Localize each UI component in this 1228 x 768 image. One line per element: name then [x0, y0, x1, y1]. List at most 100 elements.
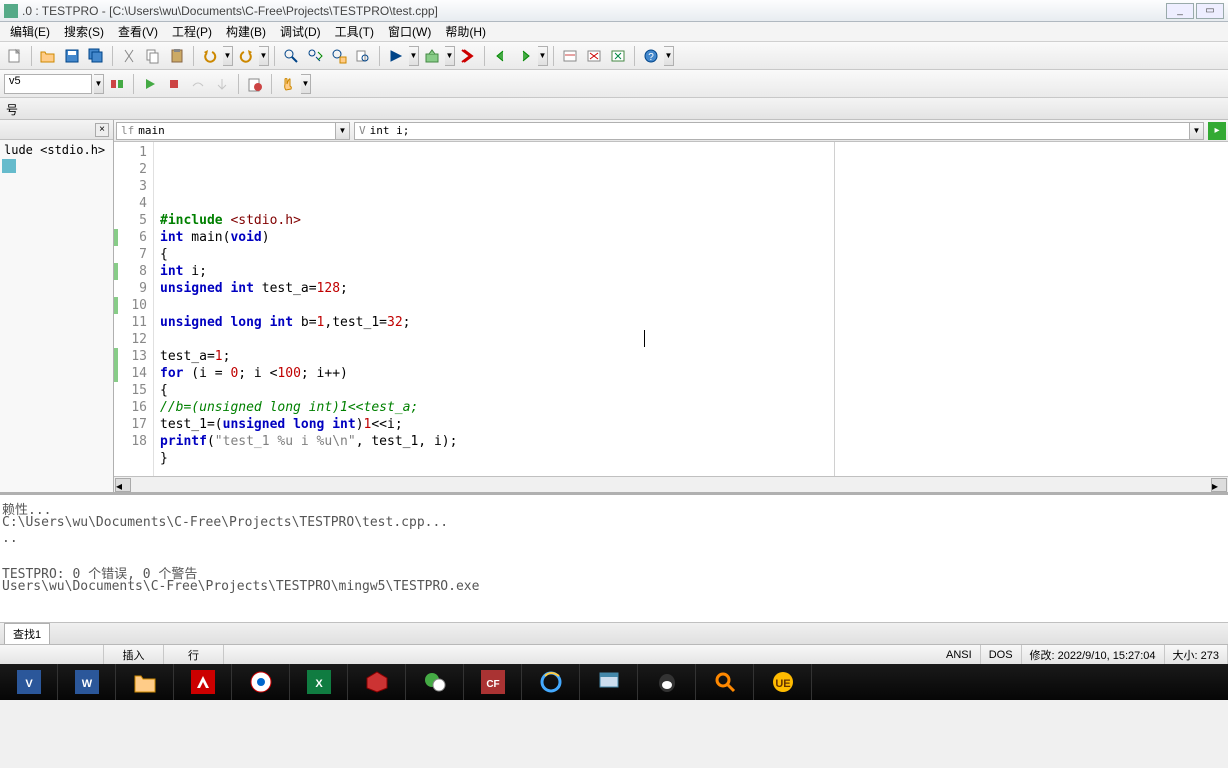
task-browser-icon[interactable] — [232, 664, 290, 700]
svg-text:UE: UE — [775, 678, 790, 690]
step-into-icon[interactable] — [211, 73, 233, 95]
hand-dropdown[interactable]: ▼ — [301, 74, 311, 94]
task-word-icon[interactable]: W — [58, 664, 116, 700]
task-cfree-icon[interactable]: CF — [464, 664, 522, 700]
task-qq-icon[interactable] — [638, 664, 696, 700]
build-icon[interactable] — [421, 45, 443, 67]
undo-dropdown[interactable]: ▼ — [223, 46, 233, 66]
menu-item[interactable]: 搜索(S) — [58, 21, 110, 42]
save-icon[interactable] — [61, 45, 83, 67]
menu-item[interactable]: 查看(V) — [112, 21, 164, 42]
sub-header: 号 — [0, 98, 1228, 120]
task-search-icon[interactable] — [696, 664, 754, 700]
paste-icon[interactable] — [166, 45, 188, 67]
menu-item[interactable]: 帮助(H) — [439, 21, 492, 42]
scope-dropdown[interactable]: ▼ — [336, 122, 350, 140]
hand-icon[interactable] — [277, 73, 299, 95]
code-line[interactable]: { — [160, 246, 1222, 263]
compile-icon[interactable] — [385, 45, 407, 67]
rebuild-icon[interactable] — [457, 45, 479, 67]
prev-icon[interactable] — [490, 45, 512, 67]
undo-icon[interactable] — [199, 45, 221, 67]
code-line[interactable]: test_1=(unsigned long int)1<<i; — [160, 416, 1222, 433]
stop-icon[interactable] — [163, 73, 185, 95]
task-excel-icon[interactable]: X — [290, 664, 348, 700]
next-dropdown[interactable]: ▼ — [538, 46, 548, 66]
go-button[interactable]: ▸ — [1208, 122, 1226, 140]
code-line[interactable]: int main(void) — [160, 229, 1222, 246]
window-controls: _ ▭ — [1166, 3, 1224, 19]
code-line[interactable]: printf("test_1 %u i %u\n", test_1, i); — [160, 433, 1222, 450]
code-line[interactable]: test_a=1; — [160, 348, 1222, 365]
menu-item[interactable]: 窗口(W) — [382, 21, 437, 42]
task-adobe-icon[interactable] — [174, 664, 232, 700]
compile-dropdown[interactable]: ▼ — [409, 46, 419, 66]
replace-icon[interactable] — [328, 45, 350, 67]
find-icon[interactable] — [280, 45, 302, 67]
side-tree[interactable]: lude <stdio.h> — [0, 140, 113, 175]
compiler-select[interactable]: v5 — [4, 74, 92, 94]
scroll-left-button[interactable]: ◂ — [115, 478, 131, 492]
step-over-icon[interactable] — [187, 73, 209, 95]
task-wechat-icon[interactable] — [406, 664, 464, 700]
member-combo[interactable]: V int i; — [354, 122, 1190, 140]
code-content[interactable]: #include <stdio.h>int main(void){int i;u… — [154, 142, 1228, 476]
task-window-icon[interactable] — [580, 664, 638, 700]
maximize-button[interactable]: ▭ — [1196, 3, 1224, 19]
side-close-button[interactable]: × — [95, 123, 109, 137]
tree-item-selected[interactable] — [2, 159, 16, 173]
code-line[interactable]: unsigned int test_a=128; — [160, 280, 1222, 297]
properties-icon[interactable] — [559, 45, 581, 67]
find-next-icon[interactable] — [304, 45, 326, 67]
copy-icon[interactable] — [142, 45, 164, 67]
new-file-icon[interactable] — [4, 45, 26, 67]
code-editor[interactable]: 123456789101112131415161718 #include <st… — [114, 142, 1228, 476]
output-panel[interactable]: 赖性...C:\Users\wu\Documents\C-Free\Projec… — [0, 492, 1228, 622]
status-empty1 — [0, 645, 104, 664]
open-folder-icon[interactable] — [37, 45, 59, 67]
minimize-button[interactable]: _ — [1166, 3, 1194, 19]
help-icon[interactable]: ? — [640, 45, 662, 67]
code-line[interactable]: } — [160, 450, 1222, 467]
task-box-icon[interactable] — [348, 664, 406, 700]
task-ultraedit-icon[interactable]: UE — [754, 664, 812, 700]
cut-icon[interactable] — [118, 45, 140, 67]
code-line[interactable]: //b=(unsigned long int)1<<test_a; — [160, 399, 1222, 416]
scroll-right-button[interactable]: ▸ — [1211, 478, 1227, 492]
delete-icon[interactable] — [583, 45, 605, 67]
tree-item-stdio[interactable]: lude <stdio.h> — [2, 142, 111, 158]
code-line[interactable]: unsigned long int b=1,test_1=32; — [160, 314, 1222, 331]
next-icon[interactable] — [514, 45, 536, 67]
menu-item[interactable]: 构建(B) — [220, 21, 272, 42]
bottom-tab[interactable]: 查找1 — [4, 623, 50, 644]
compiler-dropdown[interactable]: ▼ — [94, 74, 104, 94]
breakpoint-icon[interactable] — [244, 73, 266, 95]
build-dropdown[interactable]: ▼ — [445, 46, 455, 66]
excel-icon[interactable] — [607, 45, 629, 67]
member-dropdown[interactable]: ▼ — [1190, 122, 1204, 140]
menu-item[interactable]: 工程(P) — [166, 21, 218, 42]
code-line[interactable] — [160, 467, 1222, 476]
code-line[interactable] — [160, 331, 1222, 348]
code-line[interactable]: for (i = 0; i <100; i++) — [160, 365, 1222, 382]
task-explorer-icon[interactable] — [116, 664, 174, 700]
menu-item[interactable]: 调试(D) — [274, 21, 327, 42]
code-line[interactable] — [160, 297, 1222, 314]
scope-combo[interactable]: lf main — [116, 122, 336, 140]
right-margin-line — [834, 142, 835, 476]
find-files-icon[interactable] — [352, 45, 374, 67]
menu-item[interactable]: 编辑(E) — [4, 21, 56, 42]
run-icon[interactable] — [139, 73, 161, 95]
redo-dropdown[interactable]: ▼ — [259, 46, 269, 66]
code-line[interactable]: int i; — [160, 263, 1222, 280]
task-visio-icon[interactable]: V — [0, 664, 58, 700]
horizontal-scrollbar[interactable]: ◂ ▸ — [114, 476, 1228, 492]
task-ie-icon[interactable] — [522, 664, 580, 700]
code-line[interactable]: { — [160, 382, 1222, 399]
code-line[interactable]: #include <stdio.h> — [160, 212, 1222, 229]
redo-icon[interactable] — [235, 45, 257, 67]
debug-config-icon[interactable] — [106, 73, 128, 95]
menu-item[interactable]: 工具(T) — [329, 21, 380, 42]
help-dropdown[interactable]: ▼ — [664, 46, 674, 66]
save-all-icon[interactable] — [85, 45, 107, 67]
